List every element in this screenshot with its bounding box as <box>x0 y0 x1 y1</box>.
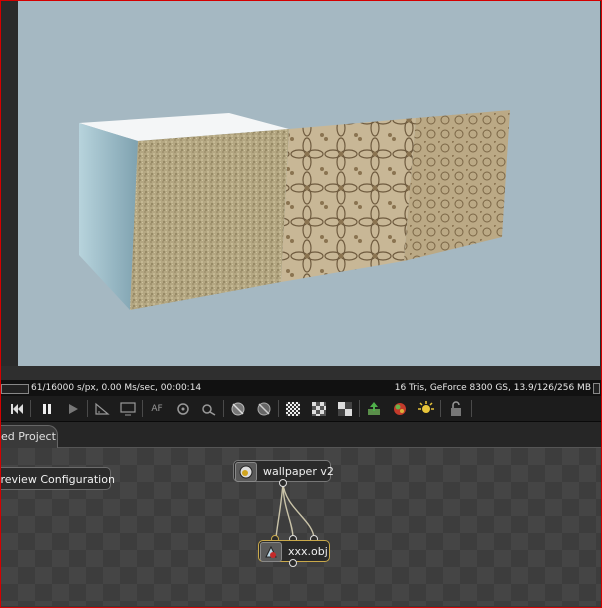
checker-large-button[interactable] <box>335 399 355 419</box>
ruler-button[interactable] <box>92 399 112 419</box>
light-icon <box>418 401 434 413</box>
memory-indicator <box>593 383 600 394</box>
export-icon <box>368 402 380 415</box>
progress-indicator <box>1 384 29 394</box>
toolbar-separator <box>278 400 279 417</box>
light-button[interactable] <box>416 399 436 419</box>
mesh-icon <box>260 542 282 562</box>
render-viewport[interactable] <box>1 1 601 380</box>
lock-button[interactable] <box>446 399 466 419</box>
export-button[interactable] <box>364 399 384 419</box>
pause-icon <box>43 404 51 414</box>
graph-tab-bar: ed Project <box>1 422 601 448</box>
tab-project-label: ed Project <box>1 430 56 443</box>
checker-medium-button[interactable] <box>309 399 329 419</box>
pause-button[interactable] <box>37 399 57 419</box>
render-stats: 61/16000 s/px, 0.00 Ms/sec, 00:00:14 <box>31 383 202 393</box>
checker-large-icon <box>338 402 352 416</box>
autofocus-button[interactable]: AF <box>147 399 167 419</box>
node-graph[interactable]: Preview Configuration wallpaper v2 xxx.o… <box>1 448 601 606</box>
monitor-button[interactable] <box>118 399 138 419</box>
viewport-left-strip <box>1 1 18 380</box>
toolbar-separator <box>30 400 31 417</box>
toolbar-separator <box>440 400 441 417</box>
toolbar-separator <box>471 400 472 417</box>
rewind-button[interactable] <box>7 399 27 419</box>
sphere-grid-icon <box>231 402 245 416</box>
node-xxx-output-port[interactable] <box>289 559 297 567</box>
play-button[interactable] <box>63 399 83 419</box>
monitor-icon <box>120 402 136 416</box>
sphere-cut-icon <box>257 402 271 416</box>
lock-icon <box>451 401 461 416</box>
toolbar-separator <box>359 400 360 417</box>
camera-rotate-icon <box>177 403 189 415</box>
sphere-cut-button[interactable] <box>254 399 274 419</box>
checker-medium-icon <box>312 402 326 416</box>
toolbar-separator <box>223 400 224 417</box>
play-icon <box>69 404 78 414</box>
status-bar: 61/16000 s/px, 0.00 Ms/sec, 00:00:14 16 … <box>1 380 601 396</box>
checker-fine-icon <box>286 402 300 416</box>
node-wallpaper-label: wallpaper v2 <box>263 465 334 478</box>
render-color-button[interactable] <box>390 399 410 419</box>
ruler-icon <box>95 402 110 415</box>
node-wallpaper-output-port[interactable] <box>279 479 287 487</box>
toolbar-separator <box>87 400 88 417</box>
checker-fine-button[interactable] <box>283 399 303 419</box>
scene-render <box>79 110 510 310</box>
sphere-grid-button[interactable] <box>228 399 248 419</box>
material-icon <box>235 462 257 482</box>
rewind-icon <box>11 404 23 414</box>
scene-stats: 16 Tris, GeForce 8300 GS, 13.9/126/256 M… <box>394 383 591 393</box>
tab-project[interactable]: ed Project <box>1 425 58 448</box>
viewport-canvas[interactable] <box>18 1 600 366</box>
viewport-right-strip <box>600 1 601 380</box>
render-color-icon <box>394 403 406 415</box>
af-icon: AF <box>151 404 163 414</box>
viewport-footer <box>1 366 601 380</box>
camera-rotate-button[interactable] <box>173 399 193 419</box>
toolbar-separator <box>142 400 143 417</box>
zoom-camera-icon <box>202 404 216 416</box>
zoom-camera-button[interactable] <box>199 399 219 419</box>
viewport-toolbar: AF <box>1 396 601 422</box>
